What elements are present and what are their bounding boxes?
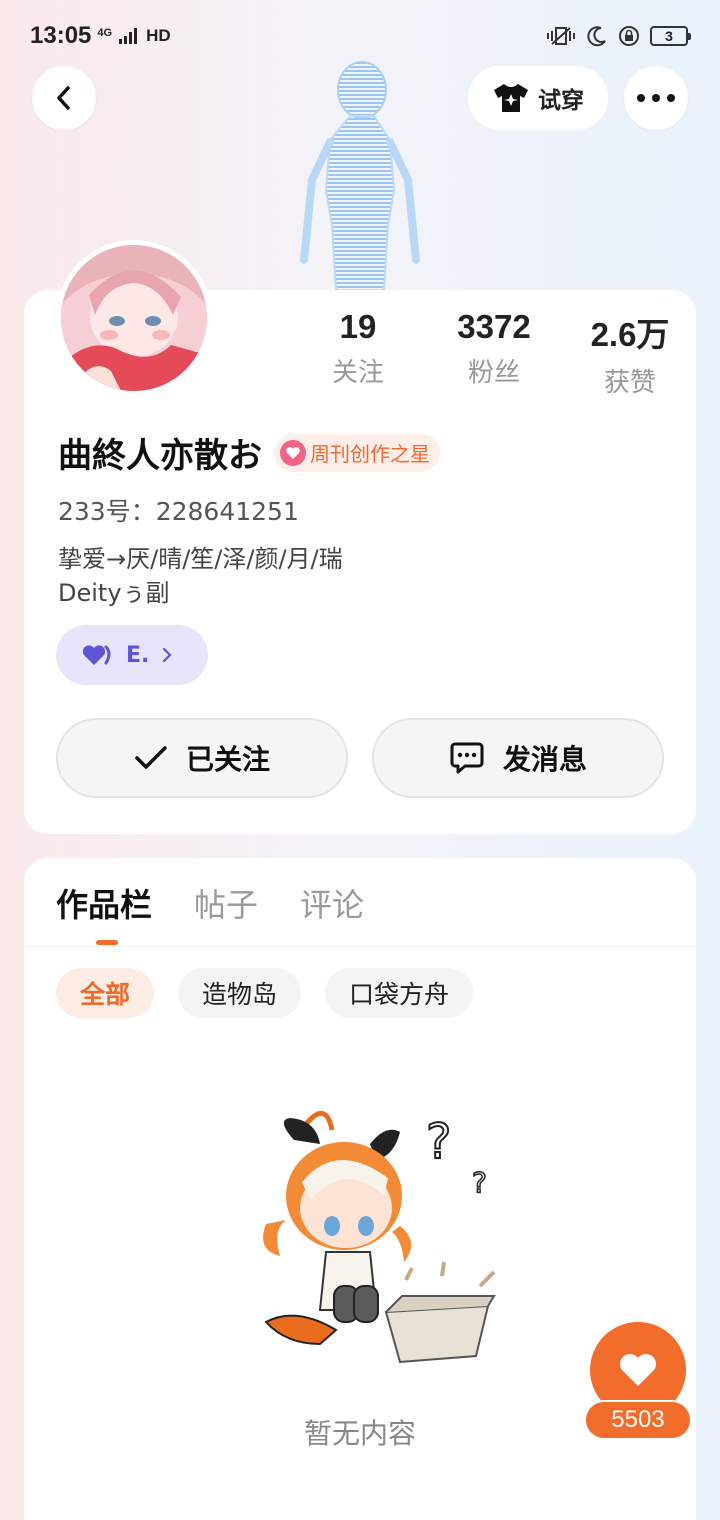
username-row: 曲終人亦散お 周刊创作之星 bbox=[58, 428, 440, 477]
signal-icon bbox=[119, 28, 138, 44]
bio: 挚爱→厌/晴/笙/泽/颜/月/瑞 Deityぅ副 bbox=[58, 542, 343, 610]
moon-icon bbox=[587, 26, 606, 47]
badge-label: 周刊创作之星 bbox=[310, 442, 430, 466]
content-tabs: 作品栏 帖子 评论 bbox=[56, 880, 364, 926]
clock: 13:05 bbox=[30, 22, 92, 49]
following-button[interactable]: 已关注 bbox=[56, 718, 348, 798]
battery-icon: 3 bbox=[650, 26, 691, 46]
chat-bubble-icon bbox=[450, 742, 484, 774]
stat-label: 获赞 bbox=[603, 368, 656, 398]
back-button[interactable] bbox=[32, 66, 96, 130]
stat-following[interactable]: 19 关注 bbox=[290, 308, 426, 399]
stat-likes[interactable]: 2.6万 获赞 bbox=[562, 308, 698, 399]
empty-state-illustration: ? ? bbox=[263, 1111, 496, 1364]
filter-chips: 全部 造物岛 口袋方舟 bbox=[56, 968, 474, 1018]
avatar-image bbox=[61, 245, 207, 391]
user-id: 233号：228641251 bbox=[58, 497, 299, 526]
chevron-left-icon bbox=[57, 86, 70, 110]
filter-all[interactable]: 全部 bbox=[56, 968, 155, 1018]
network-type: 4G bbox=[97, 27, 113, 39]
tab-works[interactable]: 作品栏 bbox=[56, 880, 152, 926]
like-count-badge: 5503 bbox=[584, 1400, 692, 1440]
hd-indicator: HD bbox=[146, 26, 171, 45]
heart-icon bbox=[620, 1354, 656, 1386]
stat-value: 2.6万 bbox=[590, 316, 670, 353]
bio-line: 挚爱→厌/晴/笙/泽/颜/月/瑞 bbox=[58, 545, 343, 573]
creator-star-badge[interactable]: 周刊创作之星 bbox=[274, 433, 440, 472]
rotation-lock-icon bbox=[619, 26, 639, 46]
chevron-right-icon bbox=[163, 647, 172, 663]
heart-pair-icon bbox=[82, 645, 111, 665]
vibrate-icon bbox=[547, 27, 575, 45]
more-dots-icon bbox=[637, 94, 675, 102]
divider bbox=[24, 946, 696, 947]
avatar[interactable] bbox=[56, 240, 212, 396]
svg-text:?: ? bbox=[426, 1114, 451, 1170]
filter-pocket-ark[interactable]: 口袋方舟 bbox=[325, 968, 474, 1018]
active-tab-indicator bbox=[96, 940, 118, 945]
stat-followers[interactable]: 3372 粉丝 bbox=[426, 308, 562, 399]
username: 曲終人亦散お bbox=[58, 436, 262, 476]
stat-value: 19 bbox=[339, 308, 377, 345]
stat-label: 粉丝 bbox=[467, 358, 520, 388]
profile-stats: 19 关注 3372 粉丝 2.6万 获赞 bbox=[290, 308, 698, 399]
svg-text:?: ? bbox=[472, 1166, 487, 1199]
filter-creation-island[interactable]: 造物岛 bbox=[178, 968, 302, 1018]
tab-posts[interactable]: 帖子 bbox=[194, 880, 258, 926]
bio-line: Deityぅ副 bbox=[58, 579, 170, 607]
check-icon bbox=[135, 746, 167, 769]
send-message-button[interactable]: 发消息 bbox=[372, 718, 664, 798]
avatar-hologram-figure bbox=[300, 61, 420, 290]
following-label: 已关注 bbox=[185, 743, 270, 776]
tab-comments[interactable]: 评论 bbox=[300, 880, 364, 926]
try-on-label: 试穿 bbox=[538, 88, 584, 114]
stat-label: 关注 bbox=[331, 358, 384, 388]
tag-label: E. bbox=[126, 642, 150, 668]
tshirt-icon bbox=[494, 84, 528, 112]
battery-level: 3 bbox=[665, 28, 673, 44]
stat-value: 3372 bbox=[457, 308, 531, 345]
relationship-tag[interactable]: E. bbox=[56, 625, 208, 685]
more-options-button[interactable] bbox=[624, 66, 688, 130]
star-badge-icon bbox=[280, 439, 306, 466]
message-label: 发消息 bbox=[502, 743, 587, 776]
try-on-button[interactable]: 试穿 bbox=[468, 66, 608, 130]
